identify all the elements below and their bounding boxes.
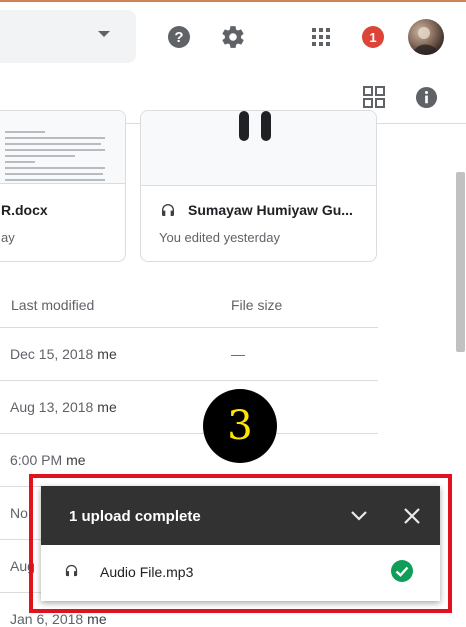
close-icon[interactable] bbox=[402, 506, 422, 531]
table-row[interactable]: 6:00 PM me bbox=[10, 452, 86, 468]
info-icon[interactable] bbox=[415, 86, 438, 109]
headphones-icon bbox=[160, 202, 176, 223]
step-number-annotation: 3 bbox=[203, 389, 277, 463]
notification-badge[interactable]: 1 bbox=[362, 26, 384, 48]
cell-owner: me bbox=[97, 346, 117, 362]
headphones-icon bbox=[64, 563, 79, 583]
table-row[interactable]: Dec 15, 2018 me bbox=[10, 346, 117, 362]
apps-grid-icon[interactable] bbox=[311, 27, 331, 47]
uploaded-file-name: Audio File.mp3 bbox=[100, 564, 194, 580]
card-title: R.docx bbox=[1, 202, 48, 218]
headphones-preview-icon bbox=[239, 111, 271, 141]
top-accent-bar bbox=[0, 0, 466, 2]
search-options-dropdown-icon[interactable] bbox=[98, 31, 110, 37]
cell-modified: 6:00 PM bbox=[10, 452, 63, 468]
search-bar[interactable] bbox=[0, 10, 136, 63]
column-header-last-modified[interactable]: Last modified bbox=[11, 297, 94, 313]
audio-preview-thumbnail bbox=[141, 111, 376, 186]
file-card-docx[interactable]: R.docx ay bbox=[0, 110, 126, 262]
row-divider bbox=[0, 433, 378, 434]
chevron-down-icon[interactable] bbox=[349, 507, 369, 530]
table-row[interactable]: Jan 6, 2018 me bbox=[10, 611, 107, 627]
cell-modified: Aug 13, 2018 bbox=[10, 399, 94, 415]
file-card-audio[interactable]: Sumayaw Humiyaw Gu... You edited yesterd… bbox=[140, 110, 377, 262]
cell-modified: Jan 6, 2018 bbox=[10, 611, 84, 627]
table-row[interactable]: No bbox=[10, 505, 28, 521]
account-avatar[interactable] bbox=[408, 19, 444, 55]
row-divider bbox=[0, 327, 378, 328]
grid-view-icon[interactable] bbox=[363, 86, 385, 108]
cell-size: — bbox=[231, 346, 245, 362]
settings-gear-icon[interactable] bbox=[220, 24, 246, 50]
cell-owner: me bbox=[97, 399, 117, 415]
upload-status-title: 1 upload complete bbox=[69, 508, 201, 525]
cell-modified: No bbox=[10, 505, 28, 521]
upload-panel-header: 1 upload complete bbox=[41, 486, 440, 545]
cell-modified: Dec 15, 2018 bbox=[10, 346, 94, 362]
column-header-file-size[interactable]: File size bbox=[231, 297, 282, 313]
upload-status-panel: 1 upload complete Audio File.mp3 bbox=[41, 486, 440, 601]
scrollbar-thumb[interactable] bbox=[456, 172, 465, 352]
row-divider bbox=[0, 380, 378, 381]
card-subtitle: You edited yesterday bbox=[159, 230, 280, 245]
help-icon[interactable]: ? bbox=[167, 25, 191, 49]
card-subtitle: ay bbox=[1, 230, 15, 245]
check-circle-icon bbox=[390, 559, 414, 588]
table-row[interactable]: Aug 13, 2018 me bbox=[10, 399, 117, 415]
svg-text:?: ? bbox=[174, 29, 183, 46]
cell-owner: me bbox=[87, 611, 107, 627]
cell-owner: me bbox=[66, 452, 86, 468]
docx-preview-thumbnail bbox=[0, 111, 125, 184]
card-title: Sumayaw Humiyaw Gu... bbox=[188, 202, 353, 218]
upload-item[interactable]: Audio File.mp3 bbox=[41, 545, 440, 601]
